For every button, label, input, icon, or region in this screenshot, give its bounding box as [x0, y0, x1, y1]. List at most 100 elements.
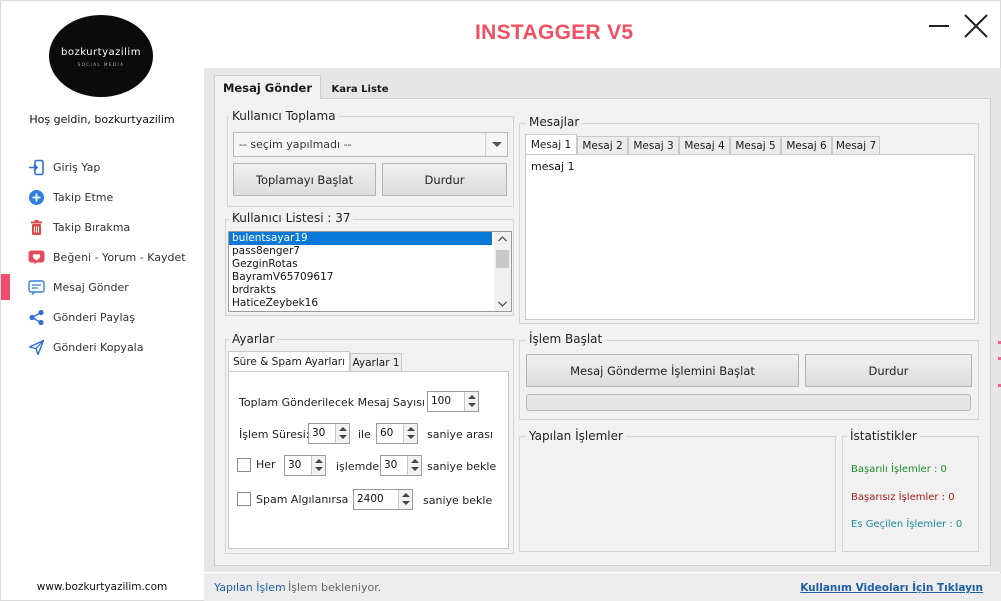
stepper-arrows-icon[interactable]	[335, 424, 349, 443]
sidebar-item-label: Mesaj Gönder	[53, 281, 129, 294]
tab-sure-spam-ayarlari[interactable]: Süre & Spam Ayarları	[228, 351, 350, 372]
welcome-text: Hoş geldin, bozkurtyazilim	[29, 113, 175, 126]
every-checkbox[interactable]	[237, 458, 251, 472]
stepper-value: 30	[288, 459, 302, 471]
tab-kara-liste[interactable]: Kara Liste	[331, 77, 389, 101]
every-suffix: saniye bekle	[427, 460, 497, 473]
stat-fail: Başarısız İşlemler : 0	[851, 492, 955, 503]
stepper-value: 30	[312, 427, 326, 439]
duration-suffix: saniye arası	[427, 428, 494, 441]
tab-mesaj-4[interactable]: Mesaj 4	[679, 136, 730, 155]
sidebar-item-giris-yap[interactable]: Giriş Yap	[1, 155, 203, 181]
stepper-arrows-icon[interactable]	[398, 490, 412, 509]
scroll-down-icon[interactable]	[494, 297, 511, 311]
tab-mesaj-3[interactable]: Mesaj 3	[628, 136, 679, 155]
brand-logo: bozkurtyazilim SOCIAL MEDIA	[49, 15, 153, 97]
settings-title: Ayarlar	[229, 332, 278, 346]
sidebar-item-begeni-yorum-kaydet[interactable]: Beğeni - Yorum - Kaydet	[1, 245, 203, 271]
stop-collect-button[interactable]: Durdur	[382, 163, 507, 196]
logo-subtext: SOCIAL MEDIA	[77, 62, 125, 67]
every-count-stepper[interactable]: 30	[284, 455, 326, 476]
select-value: -- seçim yapılmadı --	[239, 138, 352, 151]
list-item[interactable]: brdrakts	[229, 284, 492, 297]
tab-mesaj-1[interactable]: Mesaj 1	[525, 134, 577, 155]
sidebar-item-takip-birakma[interactable]: Takip Bırakma	[1, 215, 203, 241]
collect-group-title: Kullanıcı Toplama	[229, 109, 339, 123]
total-messages-stepper[interactable]: 100	[427, 391, 479, 412]
list-item[interactable]: BayramV65709617	[229, 271, 492, 284]
tab-ayarlar-1[interactable]: Ayarlar 1	[350, 353, 402, 372]
user-list-title: Kullanıcı Listesi : 37	[229, 211, 354, 225]
heart-icon	[28, 250, 45, 265]
sidebar-item-label: Takip Etme	[53, 191, 114, 204]
sidebar-item-label: Beğeni - Yorum - Kaydet	[53, 251, 186, 264]
app-title: INSTAGGER V5	[475, 21, 634, 44]
stats-title: İstatistikler	[847, 429, 920, 443]
every-mid-label: işlemde	[336, 460, 380, 473]
tab-mesaj-5[interactable]: Mesaj 5	[730, 136, 781, 155]
list-item[interactable]: bulentsayar19	[229, 232, 492, 245]
duration-label: İşlem Süresi:	[239, 428, 310, 441]
progress-bar	[526, 394, 971, 411]
tab-mesaj-2[interactable]: Mesaj 2	[577, 136, 628, 155]
website-link[interactable]: www.bozkurtyazilim.com	[1, 581, 203, 593]
duration-to-stepper[interactable]: 60	[376, 423, 418, 444]
sidebar-item-label: Takip Bırakma	[53, 221, 131, 234]
trash-icon	[31, 220, 42, 235]
total-messages-label: Toplam Gönderilecek Mesaj Sayısı :	[239, 396, 433, 409]
list-item[interactable]: pass8enger7	[229, 245, 492, 258]
done-title: Yapılan İşlemler	[526, 429, 626, 443]
list-scrollbar[interactable]	[494, 232, 511, 311]
stepper-value: 100	[431, 395, 452, 407]
sidebar-item-gonderi-paylas[interactable]: Gönderi Paylaş	[1, 305, 203, 331]
stepper-value: 2400	[357, 493, 384, 505]
app-window: bozkurtyazilim SOCIAL MEDIA Hoş geldin, …	[0, 0, 1001, 601]
message-textarea[interactable]: mesaj 1	[525, 154, 975, 320]
stepper-arrows-icon[interactable]	[464, 392, 478, 411]
process-title: İşlem Başlat	[526, 332, 606, 346]
duration-and-label: ile	[358, 428, 371, 441]
status-label: Yapılan İşlem	[214, 581, 286, 594]
chevron-down-icon	[485, 133, 507, 156]
scroll-up-icon[interactable]	[494, 232, 511, 246]
duration-from-stepper[interactable]: 30	[308, 423, 350, 444]
sidebar-item-takip-etme[interactable]: Takip Etme	[1, 185, 203, 211]
tab-mesaj-7[interactable]: Mesaj 7	[832, 136, 880, 155]
scrollbar-thumb[interactable]	[496, 250, 509, 268]
tab-mesaj-gonder[interactable]: Mesaj Gönder	[214, 75, 321, 99]
spam-wait-stepper[interactable]: 2400	[353, 489, 413, 510]
stepper-arrows-icon[interactable]	[407, 456, 421, 475]
minimize-button[interactable]	[927, 13, 951, 37]
status-message: İşlem bekleniyor.	[288, 581, 382, 594]
message-text: mesaj 1	[531, 160, 575, 173]
start-messaging-button[interactable]: Mesaj Gönderme İşlemini Başlat	[526, 354, 799, 387]
sidebar-item-mesaj-gonder[interactable]: Mesaj Gönder	[1, 275, 203, 301]
stat-success: Başarılı İşlemler : 0	[851, 464, 947, 475]
close-icon[interactable]	[963, 13, 989, 39]
collect-source-select[interactable]: -- seçim yapılmadı --	[233, 132, 508, 157]
spam-label: Spam Algılanırsa	[256, 493, 349, 506]
tutorial-videos-link[interactable]: Kullanım Videoları İçin Tıklayın	[800, 582, 983, 594]
logo-text: bozkurtyazilim	[61, 47, 141, 58]
start-collect-button[interactable]: Toplamayı Başlat	[233, 163, 376, 196]
plus-circle-icon	[29, 190, 44, 205]
login-icon	[29, 159, 44, 176]
stepper-arrows-icon[interactable]	[403, 424, 417, 443]
list-item[interactable]: HaticeZeybek16	[229, 297, 492, 310]
user-listbox[interactable]: bulentsayar19 pass8enger7 GezginRotas Ba…	[228, 231, 512, 312]
sidebar-item-label: Giriş Yap	[53, 161, 101, 174]
sidebar-item-label: Gönderi Kopyala	[53, 341, 144, 354]
every-wait-stepper[interactable]: 30	[380, 455, 422, 476]
stepper-value: 60	[380, 427, 394, 439]
tab-mesaj-6[interactable]: Mesaj 6	[781, 136, 832, 155]
message-icon	[28, 280, 45, 295]
sidebar-item-gonderi-kopyala[interactable]: Gönderi Kopyala	[1, 335, 203, 361]
send-icon	[28, 339, 45, 356]
every-label: Her	[256, 458, 276, 471]
spam-checkbox[interactable]	[237, 492, 251, 506]
stat-skipped: Es Geçilen İşlemler : 0	[851, 519, 963, 530]
list-item[interactable]: GezginRotas	[229, 258, 492, 271]
share-icon	[29, 309, 44, 326]
stop-messaging-button[interactable]: Durdur	[805, 354, 972, 387]
stepper-arrows-icon[interactable]	[311, 456, 325, 475]
